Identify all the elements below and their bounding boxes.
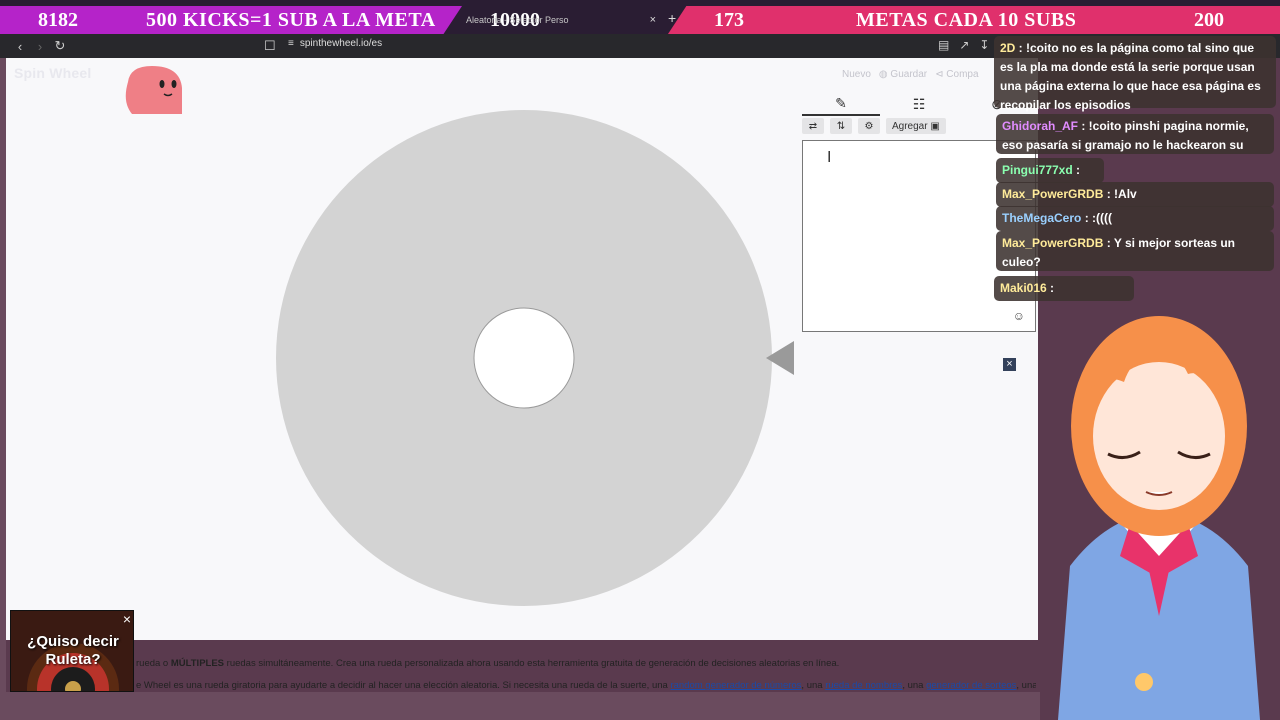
reload-icon[interactable]: ↻ — [50, 38, 70, 54]
chat-message: Ghidorah_AF : !coito pinshi pagina normi… — [996, 114, 1274, 171]
pencil-icon: ✎ — [835, 94, 847, 111]
menu-new[interactable]: Nuevo — [842, 69, 871, 80]
forward-icon[interactable]: › — [30, 39, 50, 54]
brand-logo[interactable]: Spin Wheel — [14, 65, 91, 81]
ruleta-close-button[interactable]: × — [123, 611, 131, 627]
kicks-count: 8182 — [38, 8, 78, 31]
tab-entries[interactable]: ✎ — [802, 92, 880, 116]
subs-goal-text: METAS CADA 10 SUBS — [856, 8, 1077, 31]
tab-results[interactable]: ☷ — [880, 92, 958, 116]
ruleta-overlay: ¿Quiso decir Ruleta? × — [10, 610, 134, 692]
settings-button[interactable]: ⚙ — [858, 118, 880, 134]
add-image-button[interactable]: Agregar ▣ — [886, 118, 946, 134]
text-cursor-icon: I — [827, 149, 832, 166]
shuffle-icon: ⇄ — [808, 120, 818, 132]
link-name-wheel[interactable]: rueda de nombres — [825, 680, 902, 691]
article-line-1: rueda o MÚLTIPLES ruedas simultáneamente… — [136, 658, 840, 669]
top-menu: Nuevo ◍ Guardar ⊲ Compa — [842, 69, 979, 80]
article-text: rueda o MÚLTIPLES ruedas simultáneamente… — [136, 653, 1036, 697]
download-icon[interactable]: ↧ — [979, 38, 989, 52]
stream-frame-bottom — [0, 692, 1040, 720]
reader-icon[interactable]: ▤ — [938, 38, 949, 52]
site-settings-icon[interactable]: ≡ — [288, 38, 294, 49]
kicks-goal-text: 500 KICKS=1 SUB A LA META — [146, 8, 436, 31]
link-raffle-generator[interactable]: generador de sorteos — [926, 680, 1016, 691]
sort-button[interactable]: ⇅ — [830, 118, 852, 134]
wheel-center — [473, 307, 575, 409]
bookmark-icon[interactable]: ☐ — [264, 38, 276, 54]
subs-count: 173 — [714, 8, 744, 31]
tab-close-button[interactable]: × — [650, 14, 656, 26]
spin-wheel[interactable] — [274, 108, 774, 608]
clipboard-icon: ☷ — [912, 95, 926, 112]
chat-message: Max_PowerGRDB : !Alv — [996, 182, 1274, 207]
menu-save[interactable]: ◍ Guardar — [879, 69, 927, 80]
chat-message: 2D : !coito no es la página como tal sin… — [994, 36, 1276, 112]
sort-icon: ⇅ — [836, 120, 846, 132]
editor-actions: ⇄ ⇅ ⚙ Agregar ▣ — [802, 118, 946, 134]
new-tab-button[interactable]: + — [668, 10, 676, 26]
chat-message: Pingui777xd : — [996, 158, 1104, 183]
gear-icon: ⚙ — [864, 120, 874, 132]
emoji-icon[interactable]: ☺ — [1013, 309, 1025, 323]
url-text[interactable]: spinthewheel.io/es — [300, 38, 382, 49]
address-bar[interactable]: ≡ spinthewheel.io/es — [288, 38, 382, 49]
chat-message: Max_PowerGRDB : Y si mejor sorteas un cu… — [996, 231, 1274, 271]
back-icon[interactable]: ‹ — [10, 39, 30, 54]
link-random-numbers[interactable]: random generador de números — [670, 680, 801, 691]
subs-goal-bar: 173 METAS CADA 10 SUBS 200 — [668, 6, 1280, 34]
tab-title: Aleatoria - Selector Perso — [466, 15, 569, 25]
vtuber-avatar — [1058, 316, 1260, 720]
spinwheel-page: Spin Wheel Nuevo ◍ Guardar ⊲ Compa ✎ ☷ ⊘… — [6, 58, 1038, 691]
browser-tab[interactable]: Aleatoria - Selector Perso × — [460, 10, 660, 30]
share-icon[interactable]: ↗ — [959, 38, 969, 52]
shuffle-button[interactable]: ⇄ — [802, 118, 824, 134]
wheel-pointer-arrow — [766, 341, 794, 375]
menu-share[interactable]: ⊲ Compa — [935, 69, 978, 80]
close-x-button[interactable]: × — [1003, 358, 1016, 371]
kicks-goal-bar: 8182 500 KICKS=1 SUB A LA META — [0, 6, 462, 34]
pink-blob-mascot — [125, 66, 182, 114]
subs-total: 200 — [1194, 8, 1224, 31]
ruleta-prompt: ¿Quiso decir Ruleta? — [27, 633, 119, 668]
chat-message: TheMegaCero : :(((( — [996, 206, 1274, 231]
